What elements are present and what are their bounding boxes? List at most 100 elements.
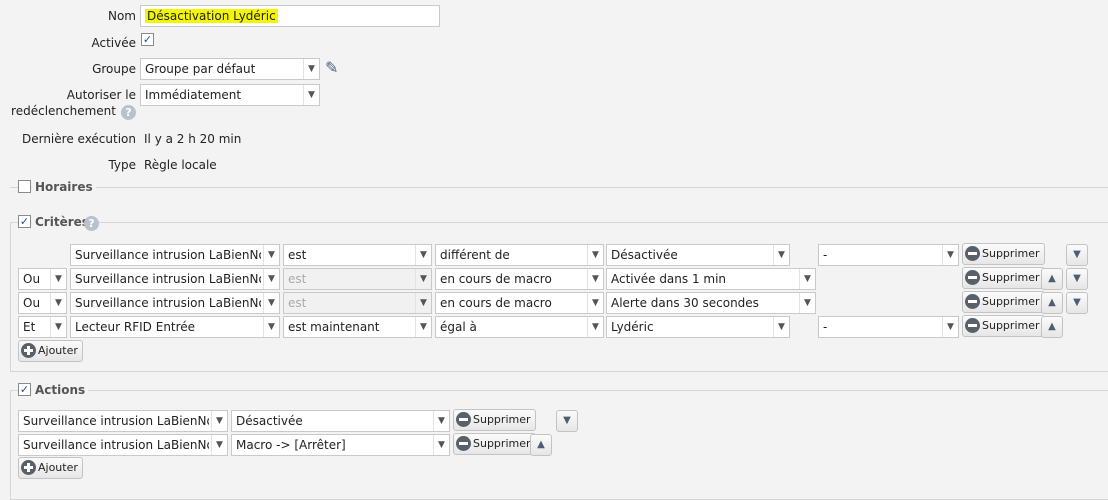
chevron-down-icon: ▼ — [587, 293, 603, 313]
chevron-down-icon: ▼ — [587, 317, 603, 337]
horaires-divider — [10, 187, 1108, 188]
criteria-cmp-value: en cours de macro — [440, 296, 552, 310]
chevron-down-icon: ▼ — [415, 293, 431, 313]
type-label: Type — [108, 158, 136, 172]
action-value-select[interactable]: Désactivée ▼ — [231, 410, 450, 432]
chevron-down-icon: ▼ — [263, 293, 279, 313]
criteria-conj-value: Ou — [23, 296, 41, 310]
supprimer-label: Supprimer — [982, 319, 1040, 332]
chevron-down-icon: ▼ — [415, 317, 431, 337]
supprimer-button[interactable]: Supprimer — [962, 267, 1045, 289]
action-device-value: Surveillance intrusion LaBienNomm — [23, 438, 209, 452]
action-value-select[interactable]: Macro -> [Arrêter] ▼ — [231, 434, 450, 456]
criteria-value-select[interactable]: Activée dans 1 min ▼ — [606, 268, 816, 290]
move-up-button[interactable]: ▲ — [1041, 292, 1063, 314]
criteria-cmp-value: en cours de macro — [440, 272, 552, 286]
move-up-button[interactable]: ▲ — [530, 434, 552, 456]
chevron-down-icon: ▼ — [433, 435, 449, 455]
derniere-label: Dernière exécution — [21, 132, 136, 146]
minus-circle-icon — [456, 435, 471, 451]
move-down-button[interactable]: ▼ — [1066, 292, 1088, 314]
move-up-button[interactable]: ▲ — [1041, 268, 1063, 290]
nom-value: Désactivation Lydéric — [145, 9, 278, 23]
criteria-device-value: Surveillance intrusion LaBienNomm — [75, 296, 261, 310]
criteria-cmp-value: égal à — [440, 320, 477, 334]
supprimer-button[interactable]: Supprimer — [453, 433, 536, 455]
criteria-device-select[interactable]: Surveillance intrusion LaBienNomm ▼ — [70, 268, 280, 290]
horaires-checkbox[interactable] — [18, 180, 31, 193]
minus-circle-icon — [965, 293, 980, 309]
criteria-conj-value: Et — [23, 320, 36, 334]
criteria-cmp-select[interactable]: différent de ▼ — [435, 244, 604, 266]
move-down-button[interactable]: ▼ — [1066, 244, 1088, 266]
criteria-value-value: Désactivée — [611, 248, 678, 262]
criteria-extra-value: - — [823, 248, 828, 262]
chevron-down-icon: ▼ — [799, 293, 815, 313]
action-value-value: Macro -> [Arrêter] — [236, 438, 346, 452]
horaires-title: Horaires — [32, 180, 96, 194]
move-down-button[interactable]: ▼ — [556, 410, 578, 432]
criteria-value-value: Activée dans 1 min — [611, 272, 727, 286]
help-icon[interactable]: ? — [121, 105, 136, 120]
help-icon[interactable]: ? — [84, 216, 99, 231]
chevron-down-icon: ▼ — [50, 293, 66, 313]
activee-label: Activée — [91, 36, 136, 50]
plus-circle-icon — [21, 459, 36, 475]
move-up-button[interactable]: ▲ — [1041, 316, 1063, 338]
action-device-select[interactable]: Surveillance intrusion LaBienNomm ▼ — [18, 434, 228, 456]
supprimer-button[interactable]: Supprimer — [962, 291, 1045, 313]
criteria-device-value: Surveillance intrusion LaBienNomm — [75, 248, 261, 262]
chevron-down-icon: ▼ — [415, 245, 431, 265]
criteria-conj-select[interactable]: Et ▼ — [18, 316, 67, 338]
criteria-cmp-value: différent de — [440, 248, 510, 262]
edit-pencil-icon[interactable]: ✎ — [325, 60, 338, 76]
criteria-device-select[interactable]: Lecteur RFID Entrée ▼ — [70, 316, 280, 338]
criteria-conj-select[interactable]: Ou ▼ — [18, 292, 67, 314]
derniere-value: Il y a 2 h 20 min — [144, 132, 242, 146]
criteres-checkbox[interactable]: ✓ — [18, 215, 31, 228]
move-down-button[interactable]: ▼ — [1066, 268, 1088, 290]
type-value: Règle locale — [144, 158, 217, 172]
chevron-down-icon: ▼ — [799, 269, 815, 289]
autoriser-select[interactable]: Immédiatement ▼ — [140, 84, 320, 106]
criteria-value-select[interactable]: Lydéric ▼ — [606, 316, 790, 338]
supprimer-button[interactable]: Supprimer — [962, 315, 1045, 337]
chevron-down-icon: ▼ — [211, 435, 227, 455]
actions-title: Actions — [32, 383, 89, 397]
criteria-extra-select[interactable]: - ▼ — [818, 316, 959, 338]
criteria-extra-value: - — [823, 320, 828, 334]
criteria-value-value: Alerte dans 30 secondes — [611, 296, 759, 310]
criteria-op-value: est — [288, 272, 307, 286]
criteria-value-select[interactable]: Désactivée ▼ — [606, 244, 790, 266]
supprimer-label: Supprimer — [473, 413, 531, 426]
criteria-op-value: est — [288, 296, 307, 310]
chevron-down-icon: ▼ — [773, 317, 789, 337]
criteres-title: Critères — [32, 215, 92, 229]
groupe-select[interactable]: Groupe par défaut ▼ — [140, 58, 320, 80]
criteria-cmp-select[interactable]: en cours de macro ▼ — [435, 268, 604, 290]
minus-circle-icon — [965, 317, 980, 333]
actions-checkbox[interactable]: ✓ — [18, 383, 31, 396]
criteria-conj-select[interactable]: Ou ▼ — [18, 268, 67, 290]
ajouter-criteria-button[interactable]: Ajouter — [18, 340, 83, 362]
nom-label: Nom — [107, 9, 136, 23]
autoriser-label-1: Autoriser le — [66, 88, 136, 102]
activee-checkbox[interactable]: ✓ — [141, 33, 154, 46]
action-device-select[interactable]: Surveillance intrusion LaBienNomm ▼ — [18, 410, 228, 432]
criteria-cmp-select[interactable]: égal à ▼ — [435, 316, 604, 338]
criteria-cmp-select[interactable]: en cours de macro ▼ — [435, 292, 604, 314]
criteria-value-select[interactable]: Alerte dans 30 secondes ▼ — [606, 292, 816, 314]
criteria-device-select[interactable]: Surveillance intrusion LaBienNomm ▼ — [70, 244, 280, 266]
supprimer-button[interactable]: Supprimer — [962, 243, 1045, 265]
ajouter-action-button[interactable]: Ajouter — [18, 457, 83, 479]
chevron-down-icon: ▼ — [303, 59, 319, 79]
criteria-device-select[interactable]: Surveillance intrusion LaBienNomm ▼ — [70, 292, 280, 314]
criteria-op-select[interactable]: est ▼ — [283, 244, 432, 266]
criteria-extra-select[interactable]: - ▼ — [818, 244, 959, 266]
criteria-conj-value: Ou — [23, 272, 41, 286]
supprimer-button[interactable]: Supprimer — [453, 409, 536, 431]
supprimer-label: Supprimer — [982, 271, 1040, 284]
criteria-op-select[interactable]: est maintenant ▼ — [283, 316, 432, 338]
nom-input[interactable]: Désactivation Lydéric — [140, 5, 440, 27]
criteres-divider — [10, 222, 1108, 223]
